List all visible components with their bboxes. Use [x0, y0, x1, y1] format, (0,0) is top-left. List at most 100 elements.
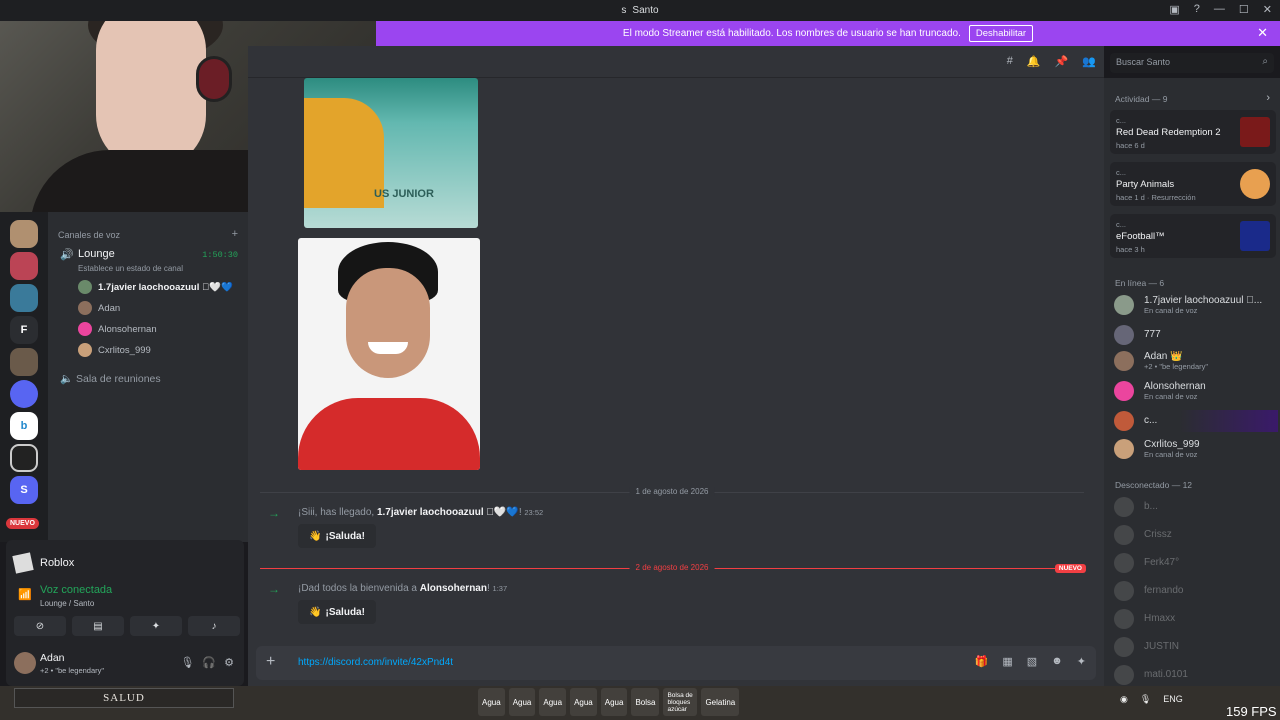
minimize-button[interactable]: — — [1214, 3, 1225, 16]
add-channel-icon[interactable]: + — [232, 228, 238, 240]
avatar — [78, 280, 92, 294]
user-name: Adan — [40, 652, 65, 664]
gif-icon[interactable]: ▦ — [1002, 655, 1012, 668]
chevron-right-icon[interactable]: › — [1266, 92, 1270, 104]
taskbar-item[interactable]: Agua — [539, 688, 567, 716]
server-icon-4[interactable] — [10, 348, 38, 376]
message-input[interactable]: https://discord.com/invite/42xPnd4t — [298, 657, 453, 668]
activity-card[interactable]: c... Party Animals hace 1 d · Resurrecci… — [1110, 162, 1276, 206]
member-row[interactable]: c... — [1114, 410, 1278, 432]
taskbar-item[interactable]: Bolsa — [631, 688, 660, 716]
voice-user[interactable]: Cxrlitos_999 — [78, 341, 248, 359]
gear-icon[interactable]: ⚙ — [224, 656, 234, 669]
online-header: En línea — 6 — [1115, 278, 1165, 288]
sticker-image[interactable]: US JUNIOR — [304, 78, 478, 228]
soundboard-button[interactable]: ♪ — [188, 616, 240, 636]
speaker-icon: 🔊 — [60, 249, 74, 261]
member-row[interactable]: 777 — [1114, 324, 1278, 346]
microphone-icon[interactable]: 🎙 — [1140, 694, 1151, 705]
new-messages-divider: 2 de agosto de 2026 NUEVO — [260, 563, 1086, 573]
member-row[interactable]: 1.7javier laochooazuul 🏻... En canal de v… — [1114, 294, 1278, 316]
network-icon[interactable]: ◉ — [1120, 694, 1128, 705]
taskbar-item[interactable]: Agua — [508, 688, 536, 716]
threads-icon[interactable]: # — [1007, 55, 1013, 68]
system-message: → ¡Dad todos la bienvenida a Alonsoherna… — [268, 582, 508, 596]
member-row[interactable]: fernando — [1114, 580, 1278, 602]
add-attachment-icon[interactable]: + — [266, 653, 275, 671]
photo-image[interactable] — [298, 238, 480, 470]
voice-location[interactable]: Lounge / Santo — [40, 599, 94, 608]
close-button[interactable]: ✕ — [1263, 3, 1272, 16]
member-row[interactable]: JUSTIN — [1114, 636, 1278, 658]
server-folder[interactable]: F — [10, 316, 38, 344]
member-row[interactable]: b... — [1114, 496, 1278, 518]
meeting-channel[interactable]: 🔈 Sala de reuniones — [60, 372, 161, 385]
activities-button[interactable]: ✦ — [130, 616, 182, 636]
screen-share-button[interactable]: ▤ — [72, 616, 124, 636]
current-user[interactable]: Adan +2 • "be legendary" 🎙 🎧 ⚙ — [14, 650, 236, 680]
member-row[interactable]: Adan 👑 +2 • "be legendary" — [1114, 350, 1278, 372]
gift-icon[interactable]: 🎁 — [975, 655, 989, 668]
activity-card[interactable]: c... eFootball™ hace 3 h — [1110, 214, 1276, 258]
apps-icon[interactable]: ✦ — [1077, 655, 1086, 668]
chat-header: # 🔔 📌 👥 — [248, 46, 1104, 78]
wave-button[interactable]: 👋 ¡Saluda! — [298, 600, 376, 624]
message-composer[interactable]: + https://discord.com/invite/42xPnd4t 🎁 … — [256, 646, 1096, 680]
voice-user[interactable]: Adan — [78, 299, 248, 317]
member-row[interactable]: mati.0101 — [1114, 664, 1278, 686]
avatar — [78, 301, 92, 315]
emoji-icon[interactable]: ☻ — [1051, 655, 1063, 668]
game-thumbnail — [1240, 221, 1270, 251]
lounge-channel[interactable]: 🔊 Lounge 1:50:30 Establece un estado de … — [58, 248, 242, 278]
activity-card[interactable]: c... Red Dead Redemption 2 hace 6 d — [1110, 110, 1276, 154]
camera-off-button[interactable]: ⊘ — [14, 616, 66, 636]
speaker-icon: 🔈 — [60, 373, 76, 385]
channel-status-hint[interactable]: Establece un estado de canal — [78, 264, 183, 273]
member-row[interactable]: Crissz — [1114, 524, 1278, 546]
game-thumbnail — [1240, 169, 1270, 199]
voice-channels-header[interactable]: Canales de voz — [58, 230, 120, 240]
taskbar-item[interactable]: Bolsa de bloques azúcar — [663, 688, 698, 716]
server-icon-s[interactable]: S — [10, 476, 38, 504]
server-icon-7[interactable] — [10, 444, 38, 472]
pin-icon[interactable]: 📌 — [1055, 55, 1069, 68]
wave-sticker-icon: 👋 — [309, 530, 322, 542]
help-icon[interactable]: ? — [1194, 3, 1200, 16]
members-icon[interactable]: 👥 — [1082, 55, 1096, 68]
member-row[interactable]: Hmaxx — [1114, 608, 1278, 630]
close-icon[interactable]: ✕ — [1257, 25, 1268, 41]
member-list: Actividad — 9 › c... Red Dead Redemption… — [1104, 78, 1280, 686]
language-indicator[interactable]: ENG — [1163, 694, 1183, 705]
maximize-button[interactable]: ☐ — [1239, 3, 1249, 16]
headphones-icon[interactable]: 🎧 — [202, 656, 216, 669]
health-bar-label: SALUD — [14, 688, 234, 708]
date-divider: 1 de agosto de 2026 — [260, 487, 1084, 496]
voice-user[interactable]: 1.7javier laochooazuul 🏻🤍💙 — [78, 278, 248, 296]
member-row[interactable]: Alonsohernan En canal de voz — [1114, 380, 1278, 402]
inbox-icon[interactable]: ▣ — [1169, 3, 1179, 16]
microphone-icon[interactable]: 🎙 — [180, 656, 194, 669]
member-row[interactable]: Cxrlitos_999 En canal de voz — [1114, 438, 1278, 460]
search-input[interactable]: Buscar Santo ⌕ — [1110, 53, 1274, 73]
taskbar-item[interactable]: Agua — [570, 688, 597, 716]
taskbar-item[interactable]: Agua — [600, 688, 628, 716]
server-rail: F b S — [0, 212, 48, 542]
member-row[interactable]: Ferk47° — [1114, 552, 1278, 574]
server-icon-2[interactable] — [10, 252, 38, 280]
activity-row[interactable]: Roblox — [12, 548, 236, 578]
disable-streamer-button[interactable]: Deshabilitar — [968, 25, 1034, 42]
wave-button[interactable]: 👋 ¡Saluda! — [298, 524, 376, 548]
server-icon-5[interactable] — [10, 380, 38, 408]
game-thumbnail — [1240, 117, 1270, 147]
system-message: → ¡Siii, has llegado, 1.7javier laochooa… — [268, 506, 544, 520]
server-icon-3[interactable] — [10, 284, 38, 312]
roblox-icon — [12, 552, 34, 574]
server-icon-1[interactable] — [10, 220, 38, 248]
sticker-icon[interactable]: ▧ — [1027, 655, 1037, 668]
taskbar-item[interactable]: Agua — [478, 688, 505, 716]
bell-icon[interactable]: 🔔 — [1027, 55, 1041, 68]
voice-user[interactable]: Alonsohernan — [78, 320, 248, 338]
banner-text: El modo Streamer está habilitado. Los no… — [622, 28, 961, 39]
taskbar-item[interactable]: Gelatina — [701, 688, 740, 716]
server-icon-6[interactable]: b — [10, 412, 38, 440]
